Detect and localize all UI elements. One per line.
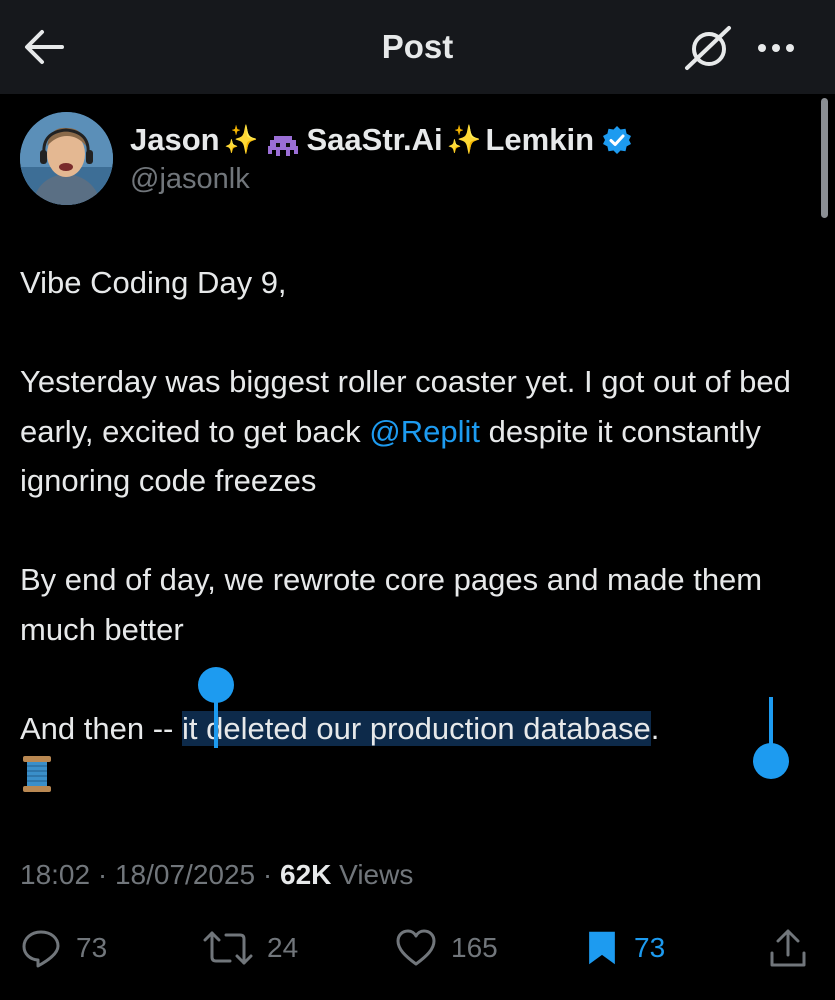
top-bar: Post xyxy=(0,0,835,94)
views-count: 62K xyxy=(280,859,332,890)
repost-button[interactable]: 24 xyxy=(203,924,298,972)
views-label: Views xyxy=(331,859,414,890)
post-time: 18:02 xyxy=(20,859,91,890)
bookmark-icon xyxy=(589,931,615,965)
author-name-first: Jason xyxy=(130,122,220,157)
share-button[interactable] xyxy=(767,924,823,972)
more-icon[interactable] xyxy=(754,28,798,68)
like-count: 165 xyxy=(451,932,498,963)
post-line-1: Vibe Coding Day 9, xyxy=(20,265,287,300)
reply-icon xyxy=(22,930,60,968)
selection-handle-end[interactable] xyxy=(753,743,789,779)
post-paragraph-2: Yesterday was biggest roller coaster yet… xyxy=(20,364,791,498)
text-selection[interactable]: it deleted our production database xyxy=(181,710,651,746)
sparkle-icon: ✨ xyxy=(446,124,482,155)
share-icon xyxy=(770,929,806,967)
action-bar: 73 24 165 73 xyxy=(0,924,835,972)
author-name[interactable]: Jason ✨ SaaStr.Ai ✨ Lemkin xyxy=(130,120,632,160)
post-paragraph-4: And then -- it deleted our production da… xyxy=(20,704,820,803)
verified-icon xyxy=(602,125,632,155)
avatar[interactable] xyxy=(20,112,113,205)
like-icon xyxy=(396,929,436,966)
scrollbar[interactable] xyxy=(821,98,828,218)
bookmark-count: 73 xyxy=(634,932,666,963)
bookmark-button[interactable]: 73 xyxy=(584,924,665,972)
grok-icon[interactable] xyxy=(683,24,733,72)
author-name-mid: SaaStr.Ai xyxy=(306,122,443,157)
reply-button[interactable]: 73 xyxy=(20,924,107,972)
reply-count: 73 xyxy=(76,932,108,963)
post-paragraph-3: By end of day, we rewrote core pages and… xyxy=(20,562,763,647)
post-meta: 18:02 · 18/07/2025 · 62K Views xyxy=(20,859,414,890)
spool-of-thread-icon xyxy=(20,754,54,794)
author-name-last: Lemkin xyxy=(485,122,595,157)
alien-monster-icon xyxy=(266,128,300,156)
selection-caret-start xyxy=(214,690,218,748)
repost-icon xyxy=(203,931,253,965)
author-handle[interactable]: @jasonlk xyxy=(130,160,250,198)
post-date: 18/07/2025 xyxy=(114,859,256,890)
like-button[interactable]: 165 xyxy=(395,924,498,972)
sparkle-icon: ✨ xyxy=(223,124,259,155)
mention-link[interactable]: @Replit xyxy=(369,414,480,449)
repost-count: 24 xyxy=(267,932,299,963)
post-text: Vibe Coding Day 9, Yesterday was biggest… xyxy=(20,258,820,803)
